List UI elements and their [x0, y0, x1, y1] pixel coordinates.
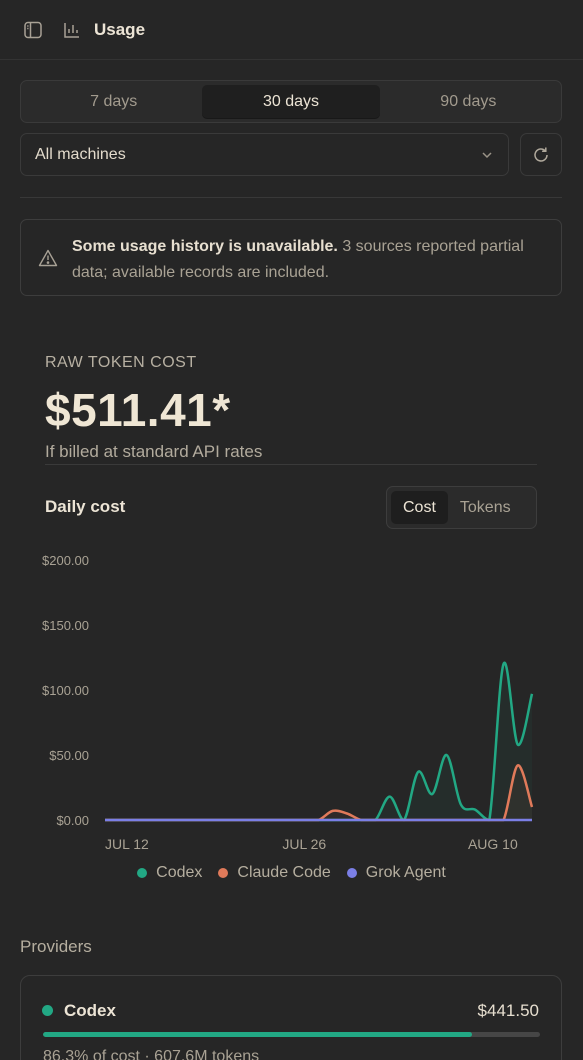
divider [20, 197, 562, 198]
warning-banner: Some usage history is unavailable. 3 sou… [20, 219, 562, 296]
machine-select[interactable]: All machines [20, 133, 509, 176]
legend-dot-claude-code [218, 868, 229, 878]
chart-title: Daily cost [45, 497, 126, 516]
x-tick-label: JUL 12 [105, 836, 149, 852]
tab-30-days[interactable]: 30 days [202, 85, 380, 118]
date-range-tabs: 7 days 30 days 90 days [20, 80, 562, 123]
legend-codex: Codex [137, 864, 202, 882]
provider-cost: $441.50 [477, 1001, 539, 1020]
tab-7-days[interactable]: 7 days [25, 85, 202, 118]
cost-label: RAW TOKEN COST [45, 354, 197, 371]
sidebar-toggle-icon[interactable] [22, 19, 44, 41]
divider [45, 464, 537, 465]
legend-claude-code: Claude Code [218, 864, 331, 882]
y-tick-label: $150.00 [42, 618, 89, 633]
machine-select-value: All machines [35, 145, 126, 163]
tab-90-days[interactable]: 90 days [380, 85, 557, 118]
x-tick-label: AUG 10 [468, 836, 518, 852]
warning-icon [38, 249, 58, 272]
legend-label: Codex [156, 864, 203, 881]
y-tick-label: $200.00 [42, 553, 89, 568]
series-line-codex[interactable] [104, 661, 534, 822]
x-tick-label: JUL 26 [282, 836, 326, 852]
cost-subtitle: If billed at standard API rates [45, 442, 263, 461]
legend-label: Claude Code [237, 864, 331, 881]
daily-cost-chart: $0.00 $50.00 $100.00 $150.00 $200.00 JUL 12 JU… [42, 553, 534, 852]
refresh-icon [534, 147, 548, 162]
legend-grok-agent: Grok Agent [346, 864, 446, 882]
warning-title: Some usage history is unavailable. [72, 238, 338, 255]
y-tick-label: $100.00 [42, 683, 89, 698]
provider-share-bar [43, 1032, 540, 1037]
provider-detail: 86.3% of cost · 607.6M tokens [43, 1048, 260, 1060]
legend-label: Grok Agent [365, 864, 446, 881]
refresh-button[interactable] [520, 133, 562, 176]
toggle-tokens[interactable]: Tokens [448, 491, 523, 524]
provider-share-fill [43, 1032, 472, 1037]
metric-toggle: Cost Tokens [386, 486, 537, 529]
provider-color-dot [42, 1005, 53, 1016]
page-title: Usage [94, 19, 146, 39]
y-tick-label: $50.00 [49, 748, 89, 763]
y-tick-label: $0.00 [56, 813, 89, 828]
legend-dot-codex [137, 868, 148, 878]
total-cost: $511.41* [45, 384, 231, 436]
provider-name: Codex [64, 1001, 116, 1020]
chart-legend: Codex Claude Code Grok Agent [0, 864, 583, 882]
bar-chart-icon [61, 19, 83, 41]
providers-heading: Providers [20, 937, 92, 956]
legend-dot-grok-agent [346, 868, 357, 878]
top-bar: Usage [0, 0, 583, 60]
warning-message: Some usage history is unavailable. 3 sou… [72, 234, 541, 286]
chevron-down-icon [482, 151, 492, 158]
series-area-codex [105, 662, 532, 820]
toggle-cost[interactable]: Cost [391, 491, 448, 524]
provider-card-codex[interactable]: Codex $441.50 86.3% of cost · 607.6M tok… [20, 975, 562, 1060]
